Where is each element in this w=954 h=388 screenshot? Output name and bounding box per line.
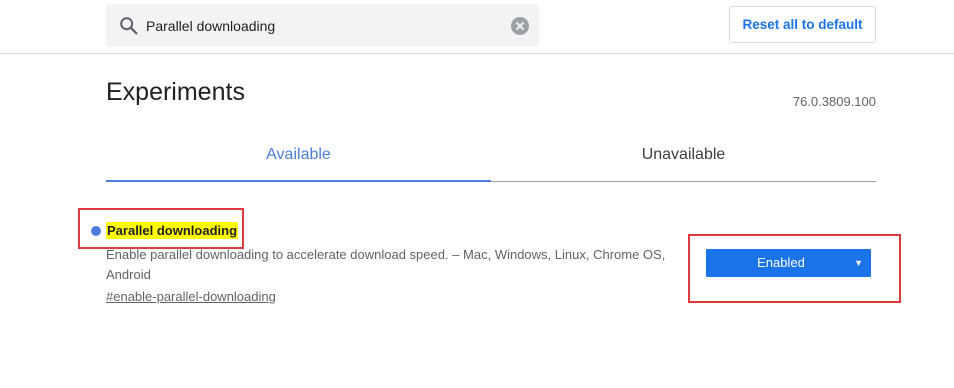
search-input[interactable] — [146, 14, 496, 38]
flag-title: Parallel downloading — [106, 222, 239, 239]
tab-divider — [491, 181, 876, 182]
tab-unavailable[interactable]: Unavailable — [491, 130, 876, 180]
active-tab-indicator — [106, 180, 491, 182]
dropdown-arrow-icon: ▼ — [854, 258, 863, 268]
clear-icon[interactable] — [510, 16, 530, 36]
header-bar: Reset all to default — [0, 0, 954, 54]
version-label: 76.0.3809.100 — [792, 94, 876, 109]
flag-state-select[interactable]: Enabled ▼ — [706, 249, 871, 277]
flag-status-dot — [91, 226, 101, 236]
flag-state-value: Enabled — [757, 255, 805, 270]
reset-all-button[interactable]: Reset all to default — [729, 6, 876, 43]
search-box[interactable] — [106, 4, 539, 47]
flag-permalink[interactable]: #enable-parallel-downloading — [106, 289, 276, 304]
search-icon — [120, 17, 138, 35]
flag-description: Enable parallel downloading to accelerat… — [106, 247, 666, 282]
tab-bar: Available Unavailable — [106, 130, 876, 182]
page-title: Experiments — [106, 78, 245, 106]
tab-available[interactable]: Available — [106, 130, 491, 180]
